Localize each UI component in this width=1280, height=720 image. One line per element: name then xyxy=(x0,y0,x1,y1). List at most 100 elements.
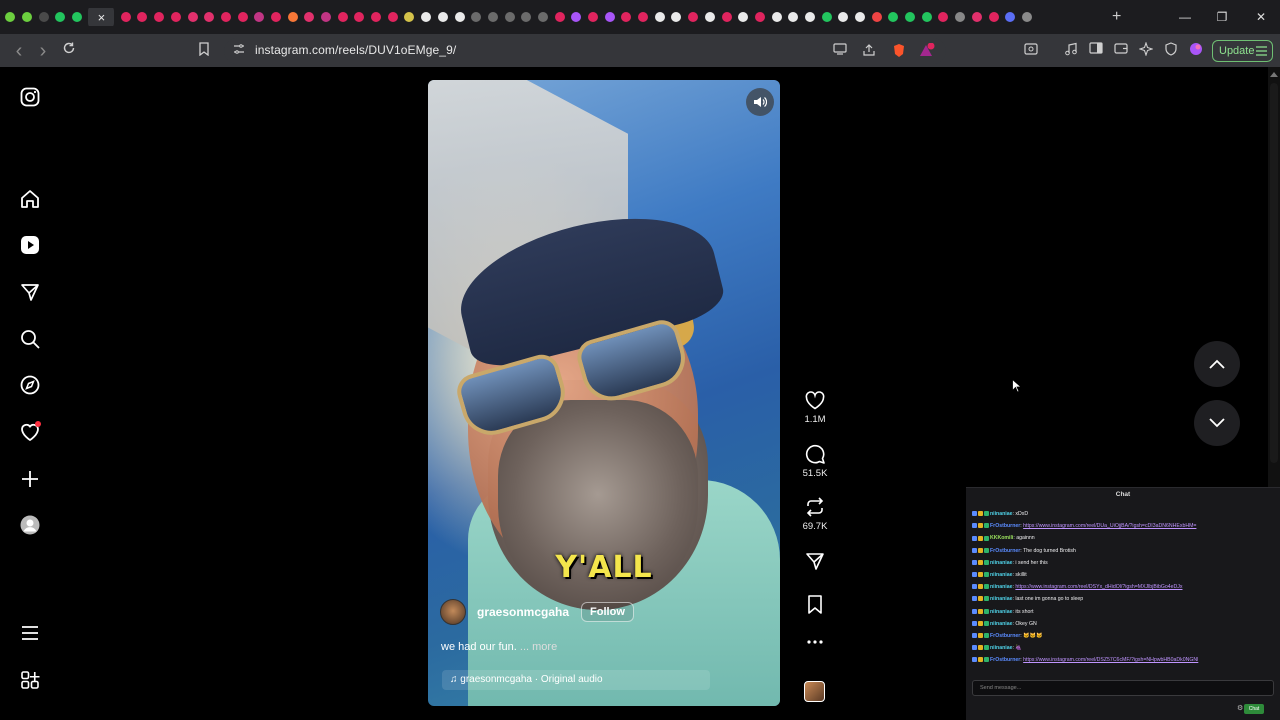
tab-favicon-icon[interactable] xyxy=(852,8,869,26)
audio-track[interactable]: ♫ graesonmcgaha · Original audio xyxy=(442,670,710,690)
new-tab-button[interactable]: + xyxy=(1112,8,1121,26)
reel-video[interactable]: Y'ALL graesonmcgaha Follow we had our fu… xyxy=(428,80,780,706)
extension-icon[interactable] xyxy=(1188,42,1204,58)
site-settings-icon[interactable] xyxy=(231,43,247,59)
tab-favicon-icon[interactable] xyxy=(418,8,435,26)
tab-favicon-icon[interactable] xyxy=(868,8,885,26)
chat-username[interactable]: FrOstburner xyxy=(990,548,1020,554)
tab-favicon-icon[interactable] xyxy=(969,8,986,26)
tab-favicon-icon[interactable] xyxy=(184,8,201,26)
tab-favicon-icon[interactable] xyxy=(735,8,752,26)
tab-favicon-icon[interactable] xyxy=(635,8,652,26)
tab-favicon-icon[interactable] xyxy=(702,8,719,26)
cast-icon[interactable] xyxy=(832,43,848,59)
close-window-button[interactable]: ✕ xyxy=(1249,6,1273,28)
create-icon[interactable] xyxy=(19,468,41,490)
brave-shields-icon[interactable] xyxy=(891,43,907,59)
tab-favicon-icon[interactable] xyxy=(52,8,69,26)
chat-username[interactable]: niinaniae xyxy=(990,560,1013,566)
screenshot-icon[interactable] xyxy=(1023,42,1039,58)
scroll-up-arrow-icon[interactable] xyxy=(1270,71,1278,77)
tab-favicon-icon[interactable] xyxy=(601,8,618,26)
scrollbar-thumb[interactable] xyxy=(1270,83,1278,463)
chat-username[interactable]: niinaniae xyxy=(990,596,1013,602)
media-icon[interactable] xyxy=(1063,42,1079,58)
vpn-icon[interactable] xyxy=(1163,42,1179,58)
chat-username[interactable]: niinaniae xyxy=(990,584,1013,590)
tab-favicon-icon[interactable] xyxy=(818,8,835,26)
search-icon[interactable] xyxy=(19,328,41,350)
tab-favicon-icon[interactable] xyxy=(835,8,852,26)
tab-favicon-icon[interactable] xyxy=(301,8,318,26)
tab-favicon-icon[interactable] xyxy=(568,8,585,26)
update-button[interactable]: Update xyxy=(1212,40,1273,62)
tab-favicon-icon[interactable] xyxy=(284,8,301,26)
maximize-button[interactable]: ❐ xyxy=(1210,6,1234,28)
reload-icon[interactable] xyxy=(58,40,80,62)
tab-favicon-icon[interactable] xyxy=(718,8,735,26)
tab-favicon-icon[interactable] xyxy=(885,8,902,26)
audio-thumbnail[interactable] xyxy=(804,681,825,702)
leo-ai-icon[interactable] xyxy=(1138,41,1154,58)
tab-favicon-icon[interactable] xyxy=(19,8,36,26)
tab-favicon-icon[interactable] xyxy=(802,8,819,26)
tab-favicon-icon[interactable] xyxy=(468,8,485,26)
tab-favicon-icon[interactable] xyxy=(935,8,952,26)
wallet-icon[interactable] xyxy=(1113,42,1129,58)
tab-favicon-icon[interactable] xyxy=(685,8,702,26)
messages-icon[interactable] xyxy=(19,281,41,303)
instagram-logo-icon[interactable] xyxy=(19,86,41,108)
previous-reel-button[interactable] xyxy=(1194,341,1240,387)
chat-link[interactable]: https://www.instagram.com/reel/DSZ57C6cM… xyxy=(1023,657,1198,663)
tab-favicon-icon[interactable] xyxy=(985,8,1002,26)
tab-favicon-icon[interactable] xyxy=(1019,8,1036,26)
address-bar[interactable]: instagram.com/reels/DUV1oEMge_9/ xyxy=(224,38,946,64)
tab-favicon-icon[interactable] xyxy=(768,8,785,26)
tab-favicon-icon[interactable] xyxy=(2,8,19,26)
tab-favicon-icon[interactable] xyxy=(234,8,251,26)
tab-favicon-icon[interactable] xyxy=(752,8,769,26)
tab-favicon-icon[interactable] xyxy=(134,8,151,26)
page-scrollbar[interactable] xyxy=(1268,67,1280,487)
tab-favicon-icon[interactable] xyxy=(668,8,685,26)
like-button[interactable]: 1.1M xyxy=(800,391,830,425)
forward-button[interactable]: › xyxy=(32,40,54,62)
tab-favicon-icon[interactable] xyxy=(117,8,134,26)
sidebar-icon[interactable] xyxy=(1088,42,1104,58)
active-tab[interactable]: × xyxy=(88,8,115,26)
minimize-button[interactable]: — xyxy=(1173,6,1197,28)
chat-settings-icon[interactable]: ⚙ xyxy=(1237,704,1243,714)
tab-favicon-icon[interactable] xyxy=(435,8,452,26)
reels-icon[interactable] xyxy=(19,234,41,256)
tab-favicon-icon[interactable] xyxy=(535,8,552,26)
tab-favicon-icon[interactable] xyxy=(918,8,935,26)
tab-favicon-icon[interactable] xyxy=(151,8,168,26)
chat-send-button[interactable]: Chat xyxy=(1244,704,1264,714)
tab-favicon-icon[interactable] xyxy=(351,8,368,26)
bookmark-icon[interactable] xyxy=(196,42,212,58)
tab-favicon-icon[interactable] xyxy=(201,8,218,26)
mute-button[interactable] xyxy=(746,88,774,116)
tab-favicon-icon[interactable] xyxy=(551,8,568,26)
tab-favicon-icon[interactable] xyxy=(585,8,602,26)
more-menu-icon[interactable] xyxy=(19,622,41,644)
tab-favicon-icon[interactable] xyxy=(501,8,518,26)
repost-button[interactable]: 69.7K xyxy=(800,497,830,532)
tab-favicon-icon[interactable] xyxy=(518,8,535,26)
more-options-button[interactable] xyxy=(800,640,830,644)
explore-icon[interactable] xyxy=(19,374,41,396)
brave-rewards-icon[interactable] xyxy=(919,42,935,59)
chat-link[interactable]: https://www.instagram.com/reel/DSYx_dHid… xyxy=(1015,584,1182,590)
chat-username[interactable]: FrOstburner xyxy=(990,657,1020,663)
share-button[interactable] xyxy=(800,551,830,571)
close-tab-icon[interactable]: × xyxy=(98,11,106,24)
tab-favicon-icon[interactable] xyxy=(651,8,668,26)
comment-button[interactable]: 51.5K xyxy=(800,444,830,479)
notifications-heart-icon[interactable] xyxy=(19,421,41,443)
chat-input[interactable]: Send message... xyxy=(972,680,1274,696)
chat-username[interactable]: niinaniae xyxy=(990,645,1013,651)
tab-favicon-icon[interactable] xyxy=(1002,8,1019,26)
tab-favicon-icon[interactable] xyxy=(168,8,185,26)
also-from-meta-icon[interactable] xyxy=(19,669,41,691)
more-link[interactable]: ... more xyxy=(520,641,557,653)
